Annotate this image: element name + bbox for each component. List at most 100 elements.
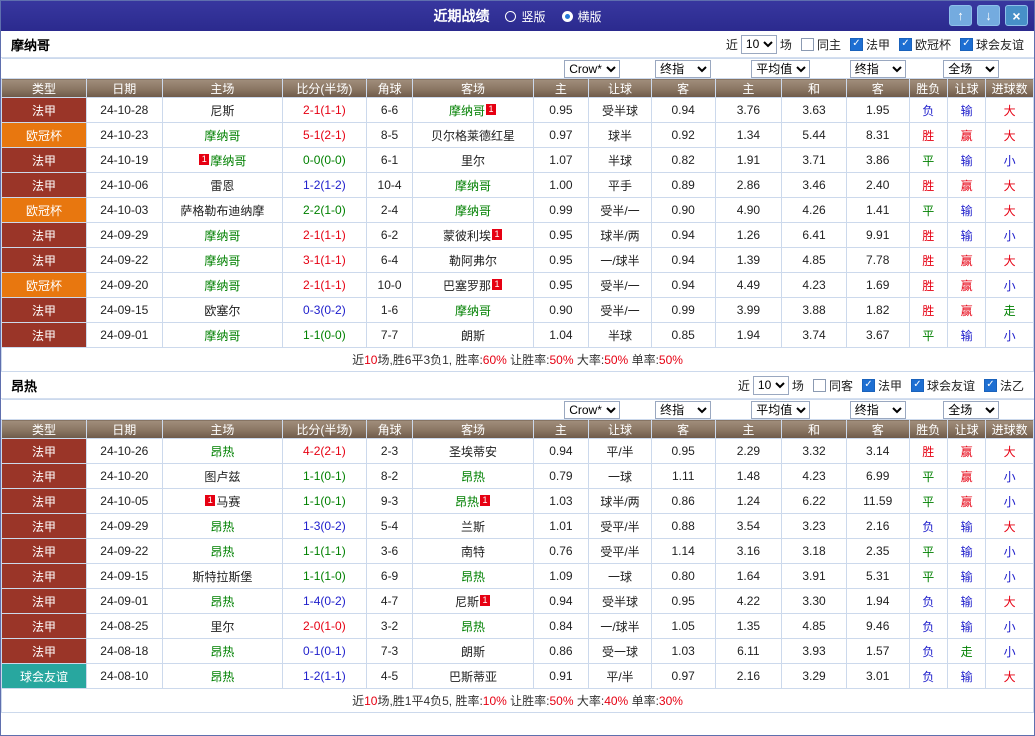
team-cell: 朗斯	[412, 638, 534, 664]
avg-away-odds: 3.14	[845, 438, 910, 464]
bookmaker-select[interactable]: Crow*	[564, 400, 621, 419]
team-cell: 摩纳哥	[161, 247, 283, 273]
same-venue-checkbox[interactable]	[812, 378, 826, 392]
handicap: 受半/一	[588, 297, 652, 323]
home-odds: 0.94	[532, 438, 590, 464]
home-odds: 0.90	[532, 297, 590, 323]
league-badge: 法甲	[1, 463, 87, 489]
dropdown-row-spacer	[1, 58, 534, 79]
avg-home-odds: 4.49	[714, 272, 783, 298]
layout-option-horizontal[interactable]: 横版	[561, 8, 602, 25]
away-odds: 0.99	[650, 297, 716, 323]
summary-text: 场,胜1平4负5, 胜率:	[377, 694, 483, 708]
same-venue-checkbox[interactable]	[800, 37, 814, 51]
away-odds: 1.14	[650, 538, 716, 564]
match-row: 法甲 24-09-01 昂热 1-4(0-2) 4-7 尼斯 1 0.94 受半球 0.95 4.2…	[1, 588, 1034, 614]
league-filter-checkbox[interactable]: ✓	[910, 378, 924, 392]
league-badge: 法甲	[1, 638, 87, 664]
fulltime-select[interactable]: 全场	[943, 59, 1000, 78]
fulltime-select[interactable]: 全场	[943, 400, 1000, 419]
red-card-badge: 1	[491, 228, 502, 240]
column-header: 比分(半场)	[281, 419, 367, 439]
score: 2-1(1-1)	[281, 222, 367, 248]
team-cell: 1 马赛	[161, 488, 283, 514]
red-card-badge: 1	[199, 153, 210, 165]
close-button[interactable]: ×	[1005, 5, 1028, 26]
same-venue-label: 同主	[816, 37, 841, 52]
score: 1-1(1-0)	[281, 563, 367, 589]
bookmaker-select[interactable]: Crow*	[564, 59, 621, 78]
team-name-text: 摩纳哥	[204, 128, 241, 143]
avg-away-odds: 3.86	[845, 147, 910, 173]
league-filter-checkbox[interactable]: ✓	[898, 37, 912, 51]
corners: 8-5	[365, 122, 414, 148]
summary-text: 10%	[482, 694, 507, 708]
column-header: 客	[650, 419, 716, 439]
score: 3-1(1-1)	[281, 247, 367, 273]
team-section-monaco: 摩纳哥 近 10 场同主 ✓ 法甲 ✓ 欧冠杯 ✓ 球会友谊 Crow* 终指 平均值 终指 全场 类型日…	[1, 31, 1034, 372]
team-name-text: 圣埃蒂安	[448, 444, 497, 459]
window-title: 近期战绩	[433, 8, 490, 24]
final-europe-odds-select[interactable]: 终指	[849, 59, 906, 78]
home-odds: 1.09	[532, 563, 590, 589]
average-odds-select[interactable]: 平均值	[751, 59, 811, 78]
column-header: 胜负	[908, 419, 948, 439]
radio-unselected-icon	[505, 10, 517, 22]
move-up-button[interactable]: ↑	[949, 5, 972, 26]
final-europe-odds-select[interactable]: 终指	[849, 400, 906, 419]
summary-text: 50%	[549, 694, 574, 708]
match-row: 法甲 24-08-25 里尔 2-0(1-0) 3-2 昂热 0.84 一/球半 1.05 1.3…	[1, 613, 1034, 639]
avg-draw-odds: 3.29	[781, 663, 847, 689]
home-odds: 0.94	[532, 588, 590, 614]
recent-count-select[interactable]: 10	[740, 34, 777, 54]
goals-verdict: 小	[985, 613, 1034, 639]
goals-verdict: 小	[985, 147, 1034, 173]
final-handicap-odds-select[interactable]: 终指	[655, 400, 712, 419]
handicap-verdict: 赢	[946, 463, 987, 489]
corners: 8-2	[365, 463, 414, 489]
league-filter-checkbox[interactable]: ✓	[983, 378, 997, 392]
result-verdict: 负	[908, 588, 948, 614]
column-header: 日期	[85, 78, 163, 98]
away-odds: 1.11	[650, 463, 716, 489]
home-odds: 0.91	[532, 663, 590, 689]
summary-text: 场,胜6平3负1, 胜率:	[377, 353, 483, 367]
team-cell: 摩纳哥	[161, 272, 283, 298]
team-cell: 欧塞尔	[161, 297, 283, 323]
average-odds-select[interactable]: 平均值	[751, 400, 811, 419]
match-row: 法甲 24-09-01 摩纳哥 1-1(0-0) 7-7 朗斯 1.04 半球 0.85 1.94…	[1, 322, 1034, 348]
league-badge: 法甲	[1, 222, 87, 248]
corners: 3-2	[365, 613, 414, 639]
league-filter-checkbox[interactable]: ✓	[861, 378, 875, 392]
summary-line: 近10场,胜1平4负5, 胜率:10% 让胜率:50% 大率:40% 单率:30…	[1, 688, 1034, 713]
match-date: 24-09-15	[85, 297, 163, 323]
final-handicap-odds-select[interactable]: 终指	[655, 59, 712, 78]
move-down-button[interactable]: ↓	[977, 5, 1000, 26]
score: 1-4(0-2)	[281, 588, 367, 614]
score: 1-2(1-1)	[281, 663, 367, 689]
handicap-verdict: 输	[946, 663, 987, 689]
avg-draw-odds: 3.93	[781, 638, 847, 664]
score: 1-3(0-2)	[281, 513, 367, 539]
avg-draw-odds: 3.18	[781, 538, 847, 564]
team-name-text: 昂热	[460, 619, 485, 634]
score: 1-1(1-1)	[281, 538, 367, 564]
team-cell: 图卢兹	[161, 463, 283, 489]
avg-home-odds: 3.54	[714, 513, 783, 539]
red-card-badge: 1	[479, 494, 490, 506]
handicap: 受平/半	[588, 513, 652, 539]
team-name-text: 摩纳哥	[210, 153, 247, 168]
result-verdict: 负	[908, 663, 948, 689]
avg-away-odds: 8.31	[845, 122, 910, 148]
handicap-verdict: 输	[946, 97, 987, 123]
league-filter-checkbox[interactable]: ✓	[849, 37, 863, 51]
league-filter-checkbox[interactable]: ✓	[959, 37, 973, 51]
recent-results-window: 近期战绩 竖版 横版 ↑ ↓ × 摩纳哥 近 10 场同主 ✓ 法甲 ✓ 欧冠杯 ✓ 球会友谊	[0, 0, 1035, 736]
avg-home-odds: 1.91	[714, 147, 783, 173]
layout-option-vertical[interactable]: 竖版	[505, 8, 546, 25]
recent-count-select[interactable]: 10	[752, 375, 789, 395]
league-badge: 法甲	[1, 613, 87, 639]
score: 2-1(1-1)	[281, 97, 367, 123]
avg-home-odds: 6.11	[714, 638, 783, 664]
team-cell: 昂热	[161, 513, 283, 539]
